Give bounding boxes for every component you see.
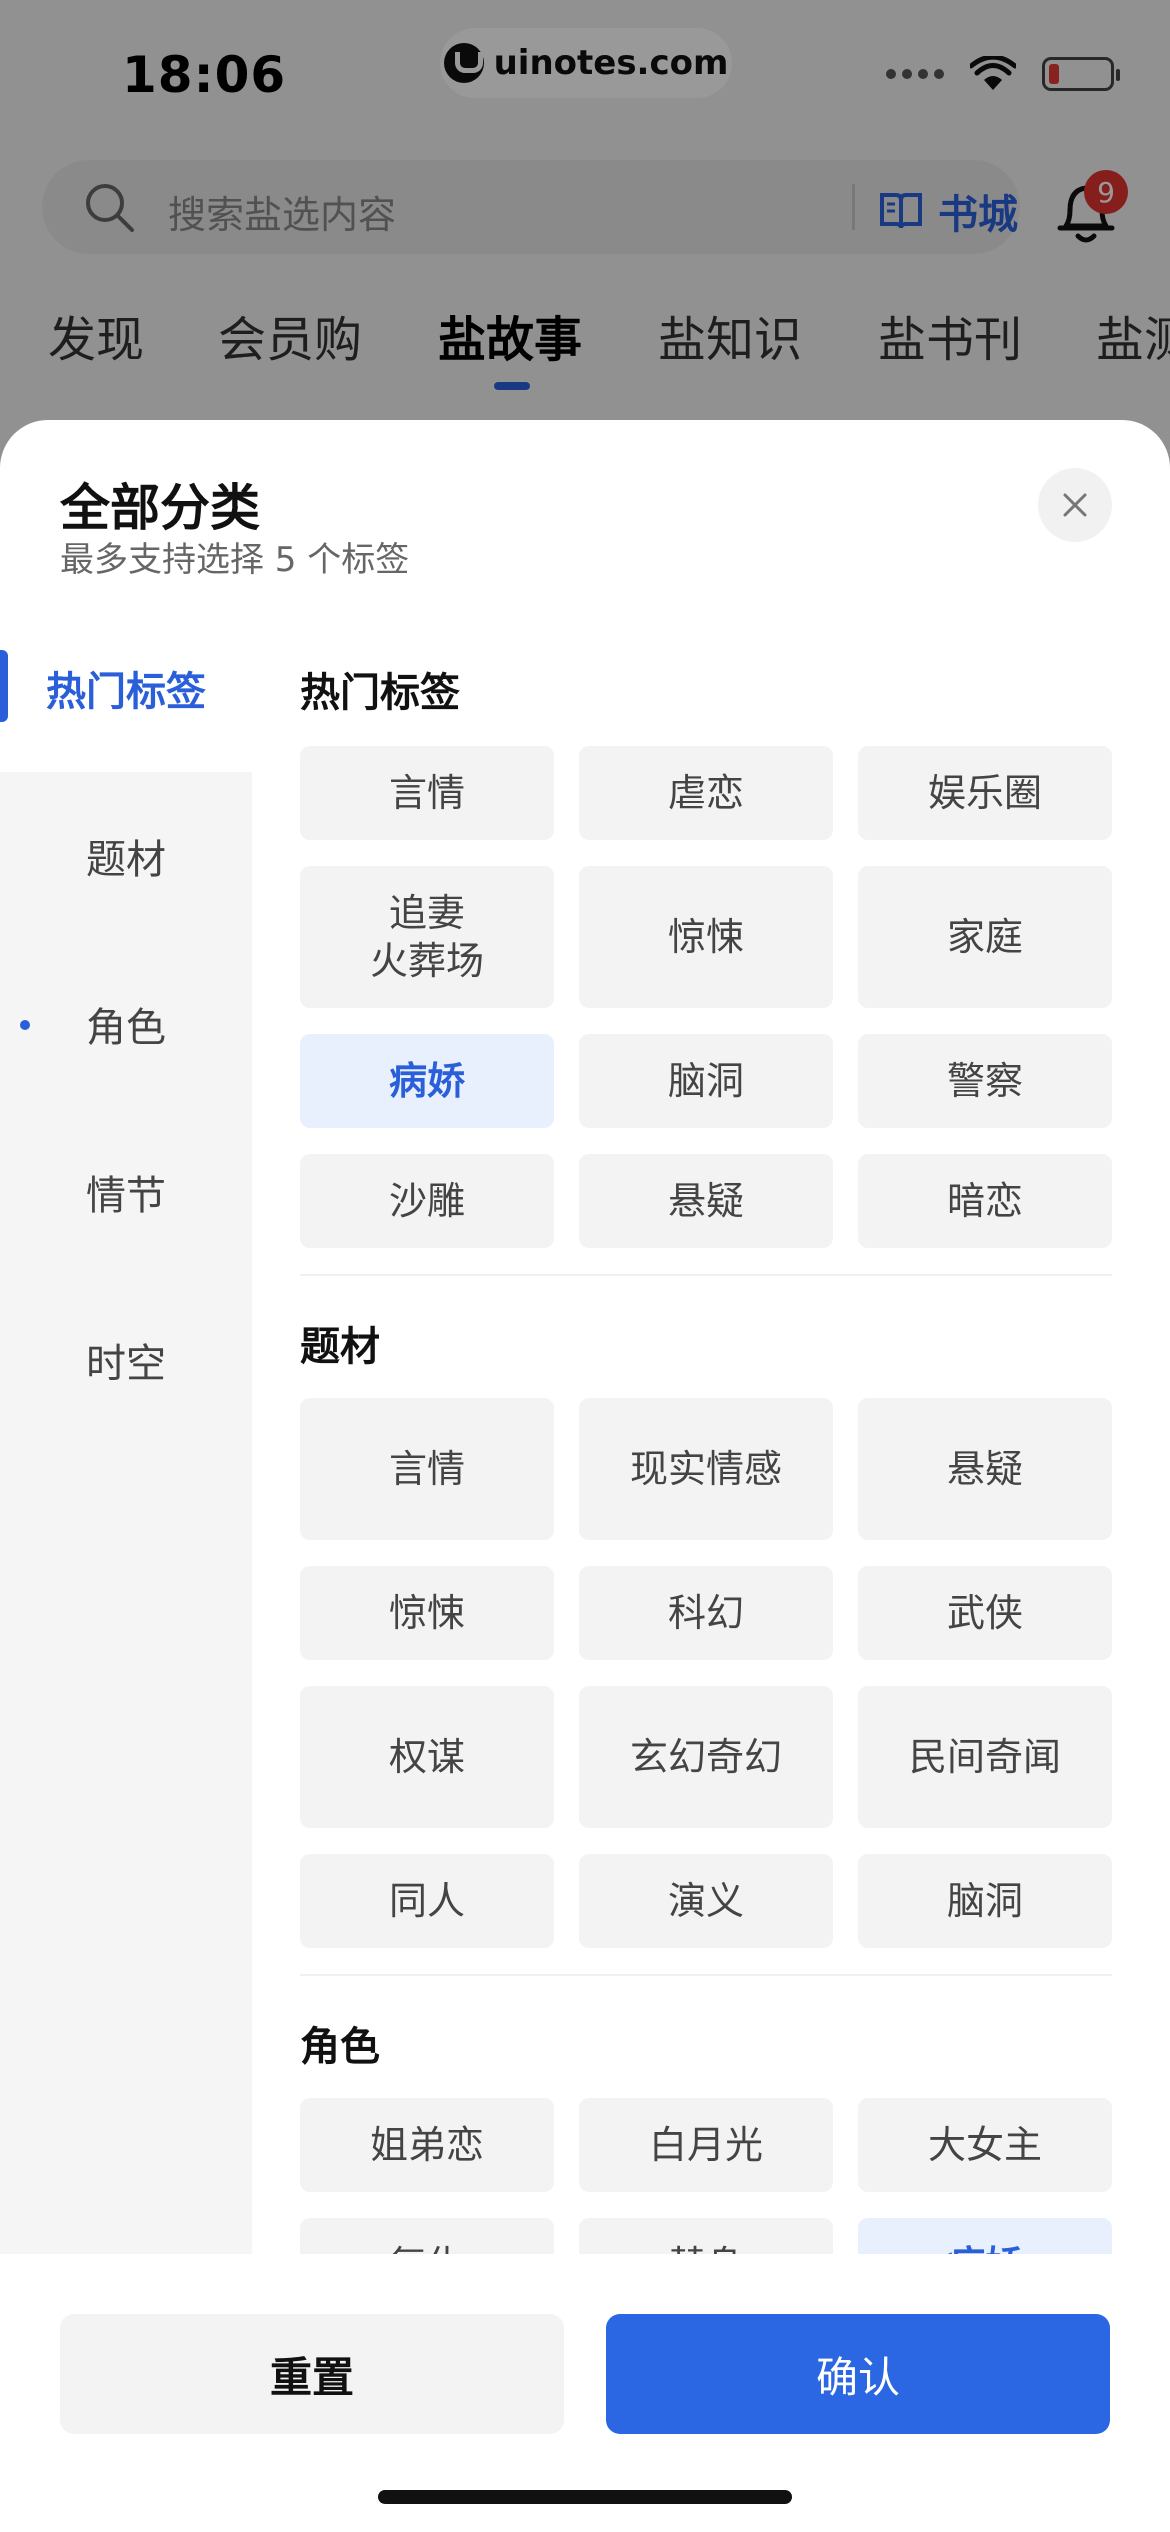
- tag-chip[interactable]: 脑洞: [858, 1854, 1112, 1948]
- sidebar-item-label: 热门标签: [46, 669, 206, 715]
- tag-content: 热门标签 言情 虐恋 娱乐圈 追妻 火葬场 惊悚 家庭 病娇 脑洞 警察 沙雕 …: [252, 604, 1170, 2254]
- sidebar-item-label: 题材: [86, 837, 166, 883]
- tag-chip[interactable]: 悬疑: [579, 1154, 833, 1248]
- category-sheet: 全部分类 最多支持选择 5 个标签 热门标签 题材 角色 情节 时空 热门标签 …: [0, 420, 1170, 2532]
- tag-chip[interactable]: 暗恋: [858, 1154, 1112, 1248]
- tag-chip[interactable]: 虐恋: [579, 746, 833, 840]
- tag-chip[interactable]: 科幻: [579, 1566, 833, 1660]
- section-title-theme: 题材: [300, 1324, 380, 1370]
- tag-chip[interactable]: 脑洞: [579, 1034, 833, 1128]
- tag-chip[interactable]: 姐弟恋: [300, 2098, 554, 2192]
- tag-chip[interactable]: 娱乐圈: [858, 746, 1112, 840]
- tag-chip[interactable]: 民间奇闻: [858, 1686, 1112, 1828]
- tag-chip[interactable]: 大女主: [858, 2098, 1112, 2192]
- selection-dot-icon: [20, 1020, 30, 1030]
- home-indicator[interactable]: [378, 2490, 792, 2504]
- tag-chip[interactable]: 沙雕: [300, 1154, 554, 1248]
- tag-chip-selected[interactable]: 病娇: [300, 1034, 554, 1128]
- tag-chip[interactable]: 悬疑: [858, 1398, 1112, 1540]
- active-indicator: [0, 650, 8, 722]
- sidebar-item-era[interactable]: 时空: [0, 1276, 252, 1444]
- tag-chip[interactable]: 追妻 火葬场: [300, 866, 554, 1008]
- sidebar-item-label: 时空: [86, 1341, 166, 1387]
- section-divider: [300, 1274, 1112, 1276]
- close-button[interactable]: [1038, 468, 1112, 542]
- tag-chip[interactable]: 玄幻奇幻: [579, 1686, 833, 1828]
- confirm-button[interactable]: 确认: [606, 2314, 1110, 2434]
- tag-chip-selected[interactable]: 病娇: [858, 2218, 1112, 2254]
- sidebar-item-theme[interactable]: 题材: [0, 772, 252, 940]
- close-icon: [1063, 493, 1087, 517]
- reset-button[interactable]: 重置: [60, 2314, 564, 2434]
- tag-chip[interactable]: 惊悚: [300, 1566, 554, 1660]
- tag-chip[interactable]: 家庭: [858, 866, 1112, 1008]
- tag-chip[interactable]: 言情: [300, 1398, 554, 1540]
- sidebar-item-hot-tags[interactable]: 热门标签: [0, 604, 252, 772]
- tag-chip[interactable]: 同人: [300, 1854, 554, 1948]
- section-title-role: 角色: [300, 2024, 380, 2070]
- sheet-subtitle: 最多支持选择 5 个标签: [60, 540, 410, 580]
- category-sidebar: 热门标签 题材 角色 情节 时空: [0, 604, 252, 2254]
- sidebar-item-label: 角色: [86, 1005, 166, 1051]
- tag-chip[interactable]: 惊悚: [579, 866, 833, 1008]
- tag-chip[interactable]: 演义: [579, 1854, 833, 1948]
- tag-chip[interactable]: 现实情感: [579, 1398, 833, 1540]
- tag-chip[interactable]: 警察: [858, 1034, 1112, 1128]
- tag-chip[interactable]: 言情: [300, 746, 554, 840]
- tag-chip[interactable]: 白月光: [579, 2098, 833, 2192]
- tag-chip[interactable]: 替身: [579, 2218, 833, 2254]
- sidebar-item-plot[interactable]: 情节: [0, 1108, 252, 1276]
- sidebar-item-label: 情节: [86, 1173, 166, 1219]
- sheet-title: 全部分类: [60, 479, 260, 537]
- sidebar-item-role[interactable]: 角色: [0, 940, 252, 1108]
- tag-chip[interactable]: 武侠: [858, 1566, 1112, 1660]
- tag-chip[interactable]: 权谋: [300, 1686, 554, 1828]
- tag-chip[interactable]: 复仇: [300, 2218, 554, 2254]
- section-title-hot-tags: 热门标签: [300, 670, 460, 716]
- section-divider: [300, 1974, 1112, 1976]
